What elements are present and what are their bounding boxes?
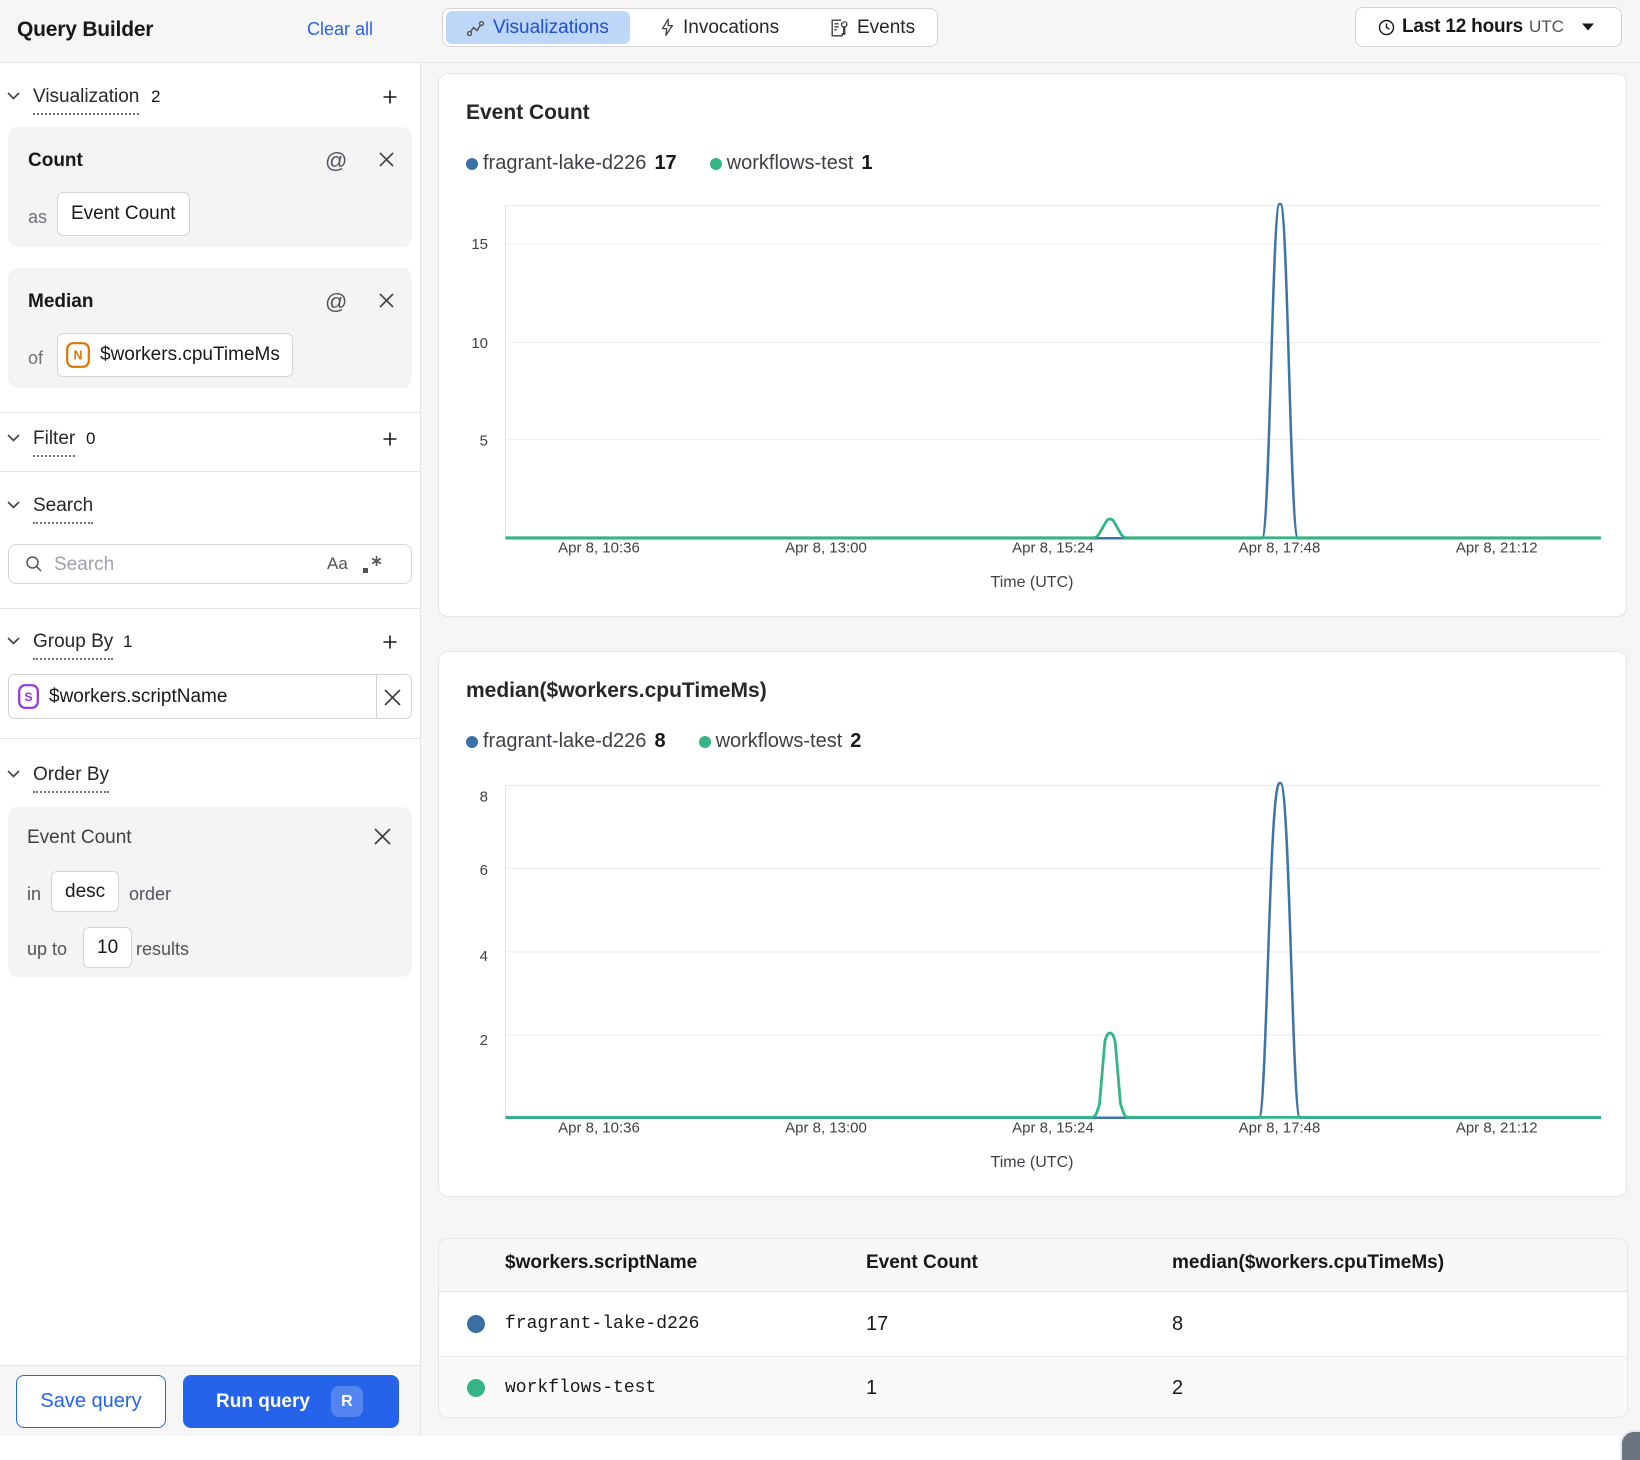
svg-text:Apr 8, 10:36: Apr 8, 10:36 bbox=[558, 540, 640, 557]
svg-text:8: 8 bbox=[480, 789, 488, 806]
svg-text:N: N bbox=[73, 349, 82, 363]
svg-text:Apr 8, 10:36: Apr 8, 10:36 bbox=[558, 1120, 640, 1137]
svg-text:4: 4 bbox=[480, 948, 488, 965]
svg-text:Apr 8, 21:12: Apr 8, 21:12 bbox=[1456, 540, 1538, 557]
svg-text:5: 5 bbox=[480, 433, 488, 450]
svg-text:Apr 8, 17:48: Apr 8, 17:48 bbox=[1239, 1120, 1321, 1137]
svg-text:Time (UTC): Time (UTC) bbox=[991, 574, 1074, 591]
svg-text:Apr 8, 21:12: Apr 8, 21:12 bbox=[1456, 1120, 1538, 1137]
svg-text:Apr 8, 15:24: Apr 8, 15:24 bbox=[1012, 1120, 1094, 1137]
svg-text:Apr 8, 13:00: Apr 8, 13:00 bbox=[785, 540, 867, 557]
svg-text:Apr 8, 17:48: Apr 8, 17:48 bbox=[1239, 540, 1321, 557]
svg-text:2: 2 bbox=[480, 1032, 488, 1049]
svg-text:15: 15 bbox=[471, 236, 488, 253]
svg-text:Apr 8, 15:24: Apr 8, 15:24 bbox=[1012, 540, 1094, 557]
svg-text:10: 10 bbox=[471, 335, 488, 352]
svg-text:Apr 8, 13:00: Apr 8, 13:00 bbox=[785, 1120, 867, 1137]
svg-text:Time (UTC): Time (UTC) bbox=[991, 1154, 1074, 1171]
svg-text:6: 6 bbox=[480, 862, 488, 879]
svg-text:S: S bbox=[24, 690, 32, 704]
